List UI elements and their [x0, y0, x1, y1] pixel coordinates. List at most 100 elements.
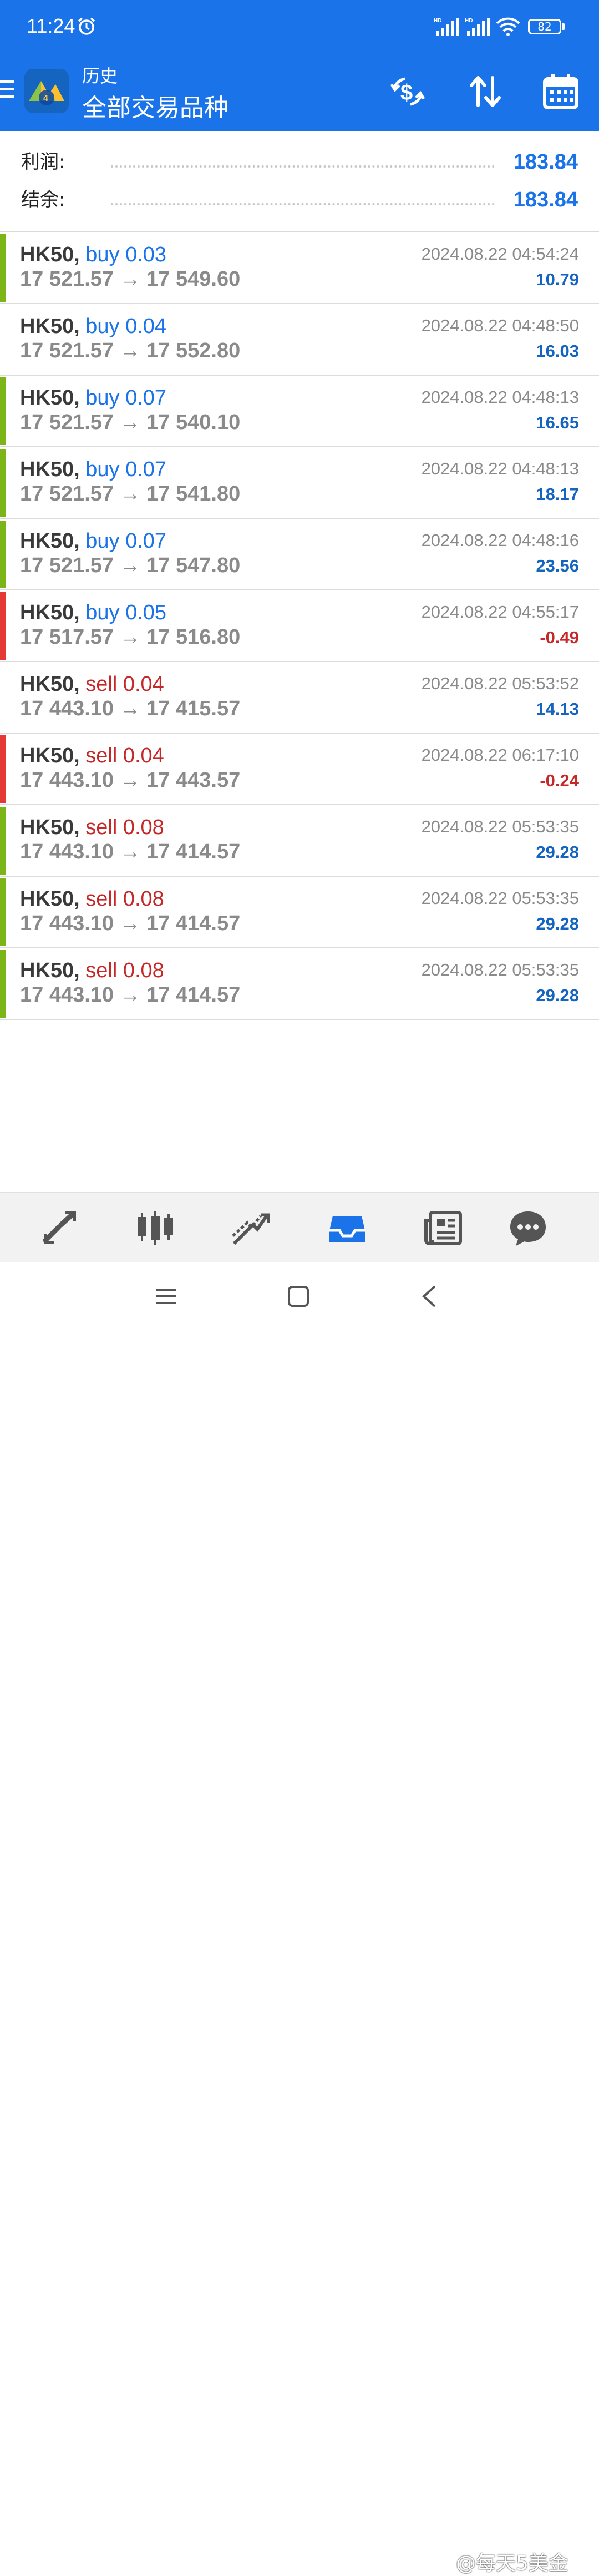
trade-prices: 17 521.57 → 17 541.80 — [20, 482, 241, 506]
balance-row: 结余: 183.84 — [21, 183, 578, 216]
profit-label: 利润: — [21, 151, 65, 173]
trade-prices: 17 521.57 → 17 549.60 — [20, 267, 241, 291]
back-icon[interactable] — [419, 1284, 441, 1309]
trade-prices: 17 521.57 → 17 552.80 — [20, 339, 241, 362]
trade-timestamp: 2024.08.22 04:48:16 — [421, 531, 579, 550]
trade-symbol-line: HK50, sell 0.08 — [20, 959, 164, 983]
trade-prices: 17 443.10 → 17 414.57 — [20, 912, 241, 935]
trade-row[interactable]: HK50, buy 0.05 17 517.57 → 17 516.80 2024.… — [0, 590, 599, 662]
result-indicator-bar — [0, 521, 6, 588]
trade-profit: -0.24 — [540, 771, 579, 790]
trade-row[interactable]: HK50, sell 0.08 17 443.10 → 17 414.57 2024… — [0, 948, 599, 1020]
signal-icon-2: HD — [465, 18, 490, 36]
trade-timestamp: 2024.08.22 04:48:13 — [421, 459, 579, 478]
trade-row[interactable]: HK50, buy 0.03 17 521.57 → 17 549.60 2024.… — [0, 232, 599, 304]
battery-icon: 82 — [528, 19, 561, 34]
trade-action: sell 0.04 — [85, 744, 164, 767]
news-icon[interactable] — [424, 1208, 464, 1248]
trade-prices: 17 443.10 → 17 414.57 — [20, 983, 241, 1007]
symbol-filter[interactable]: 全部交易品种 — [82, 88, 229, 123]
trade-row[interactable]: HK50, sell 0.08 17 443.10 → 17 414.57 2024… — [0, 805, 599, 877]
trade-timestamp: 2024.08.22 05:53:35 — [421, 960, 579, 979]
bottom-tab-bar — [0, 1192, 599, 1262]
trade-timestamp: 2024.08.22 05:53:52 — [421, 674, 579, 693]
trade-symbol-line: HK50, sell 0.04 — [20, 744, 164, 768]
menu-icon[interactable] — [0, 80, 17, 103]
trade-profit: 18.17 — [536, 484, 579, 504]
trade-prices: 17 517.57 → 17 516.80 — [20, 625, 241, 649]
trade-row[interactable]: HK50, buy 0.04 17 521.57 → 17 552.80 2024.… — [0, 304, 599, 376]
trade-symbol: HK50, — [20, 243, 80, 266]
status-bar: 11:24 HD HD 82 — [0, 0, 599, 55]
trade-row[interactable]: HK50, buy 0.07 17 521.57 → 17 547.80 2024.… — [0, 518, 599, 590]
profit-row: 利润: 183.84 — [21, 145, 578, 179]
trade-timestamp: 2024.08.22 06:17:10 — [421, 745, 579, 765]
trade-profit: -0.49 — [540, 628, 579, 647]
home-icon[interactable] — [287, 1285, 309, 1307]
trade-row[interactable]: HK50, sell 0.08 17 443.10 → 17 414.57 2024… — [0, 876, 599, 948]
trade-action: buy 0.03 — [85, 243, 167, 266]
trade-symbol: HK50, — [20, 816, 80, 839]
svg-text:HD: HD — [465, 18, 473, 24]
trade-profit: 29.28 — [536, 842, 579, 862]
watermark: @每天5美金 — [456, 2552, 568, 2575]
status-time: 11:24 — [27, 14, 75, 37]
trade-timestamp: 2024.08.22 05:53:35 — [421, 888, 579, 908]
system-nav-bar: @每天5美金 — [0, 1262, 599, 2575]
quotes-icon[interactable] — [40, 1208, 80, 1248]
trade-row[interactable]: HK50, sell 0.04 17 443.10 → 17 443.57 2024… — [0, 733, 599, 805]
trade-action: buy 0.07 — [85, 529, 167, 553]
trade-action: buy 0.07 — [85, 458, 167, 481]
trade-action: sell 0.08 — [85, 887, 164, 911]
wifi-icon — [496, 17, 520, 36]
trade-action: sell 0.04 — [85, 673, 164, 696]
trade-prices: 17 443.10 → 17 414.57 — [20, 840, 241, 863]
result-indicator-bar — [0, 234, 6, 302]
result-indicator-bar — [0, 878, 6, 946]
trade-symbol: HK50, — [20, 529, 80, 553]
trade-symbol: HK50, — [20, 887, 80, 911]
recents-icon[interactable] — [155, 1285, 177, 1307]
currency-exchange-icon[interactable]: $ — [388, 72, 427, 111]
balance-label: 结余: — [21, 189, 65, 211]
trade-timestamp: 2024.08.22 04:48:13 — [421, 387, 579, 407]
svg-text:4: 4 — [43, 94, 48, 103]
trade-action: sell 0.08 — [85, 816, 164, 839]
trade-prices: 17 521.57 → 17 547.80 — [20, 554, 241, 577]
app-header: 11:24 HD HD 82 4 历史 全部交易品种 $ — [0, 0, 599, 131]
profit-value: 183.84 — [513, 150, 578, 174]
calendar-icon[interactable] — [541, 72, 580, 111]
history-icon[interactable] — [327, 1208, 367, 1248]
trade-symbol-line: HK50, sell 0.08 — [20, 887, 164, 911]
dotted-leader — [111, 203, 495, 205]
trade-symbol-line: HK50, buy 0.07 — [20, 529, 166, 553]
trade-row[interactable]: HK50, buy 0.07 17 521.57 → 17 541.80 2024.… — [0, 447, 599, 519]
trade-symbol: HK50, — [20, 673, 80, 696]
dotted-leader — [111, 165, 495, 168]
trade-symbol-line: HK50, buy 0.07 — [20, 386, 166, 410]
trade-symbol-line: HK50, buy 0.05 — [20, 601, 166, 625]
app-logo: 4 — [24, 69, 69, 113]
trade-row[interactable]: HK50, sell 0.04 17 443.10 → 17 415.57 2024… — [0, 661, 599, 734]
sort-icon[interactable] — [466, 72, 505, 111]
trade-profit: 23.56 — [536, 556, 579, 575]
signal-icon: HD — [434, 18, 459, 36]
trade-symbol: HK50, — [20, 601, 80, 624]
trade-symbol-line: HK50, sell 0.08 — [20, 816, 164, 840]
trade-symbol: HK50, — [20, 315, 80, 338]
trade-profit: 29.28 — [536, 986, 579, 1005]
trade-prices: 17 521.57 → 17 540.10 — [20, 411, 241, 434]
trade-icon[interactable] — [231, 1208, 271, 1248]
trade-symbol: HK50, — [20, 458, 80, 481]
trade-symbol-line: HK50, buy 0.07 — [20, 458, 166, 482]
trade-row[interactable]: HK50, buy 0.07 17 521.57 → 17 540.10 2024.… — [0, 375, 599, 447]
trade-symbol: HK50, — [20, 744, 80, 767]
chat-icon[interactable] — [508, 1208, 548, 1248]
battery-tip — [562, 23, 565, 30]
chart-icon[interactable] — [135, 1208, 175, 1248]
trade-symbol: HK50, — [20, 959, 80, 982]
balance-value: 183.84 — [513, 188, 578, 211]
trade-action: buy 0.04 — [85, 315, 167, 338]
trade-profit: 16.03 — [536, 341, 579, 361]
alarm-icon — [78, 17, 95, 35]
